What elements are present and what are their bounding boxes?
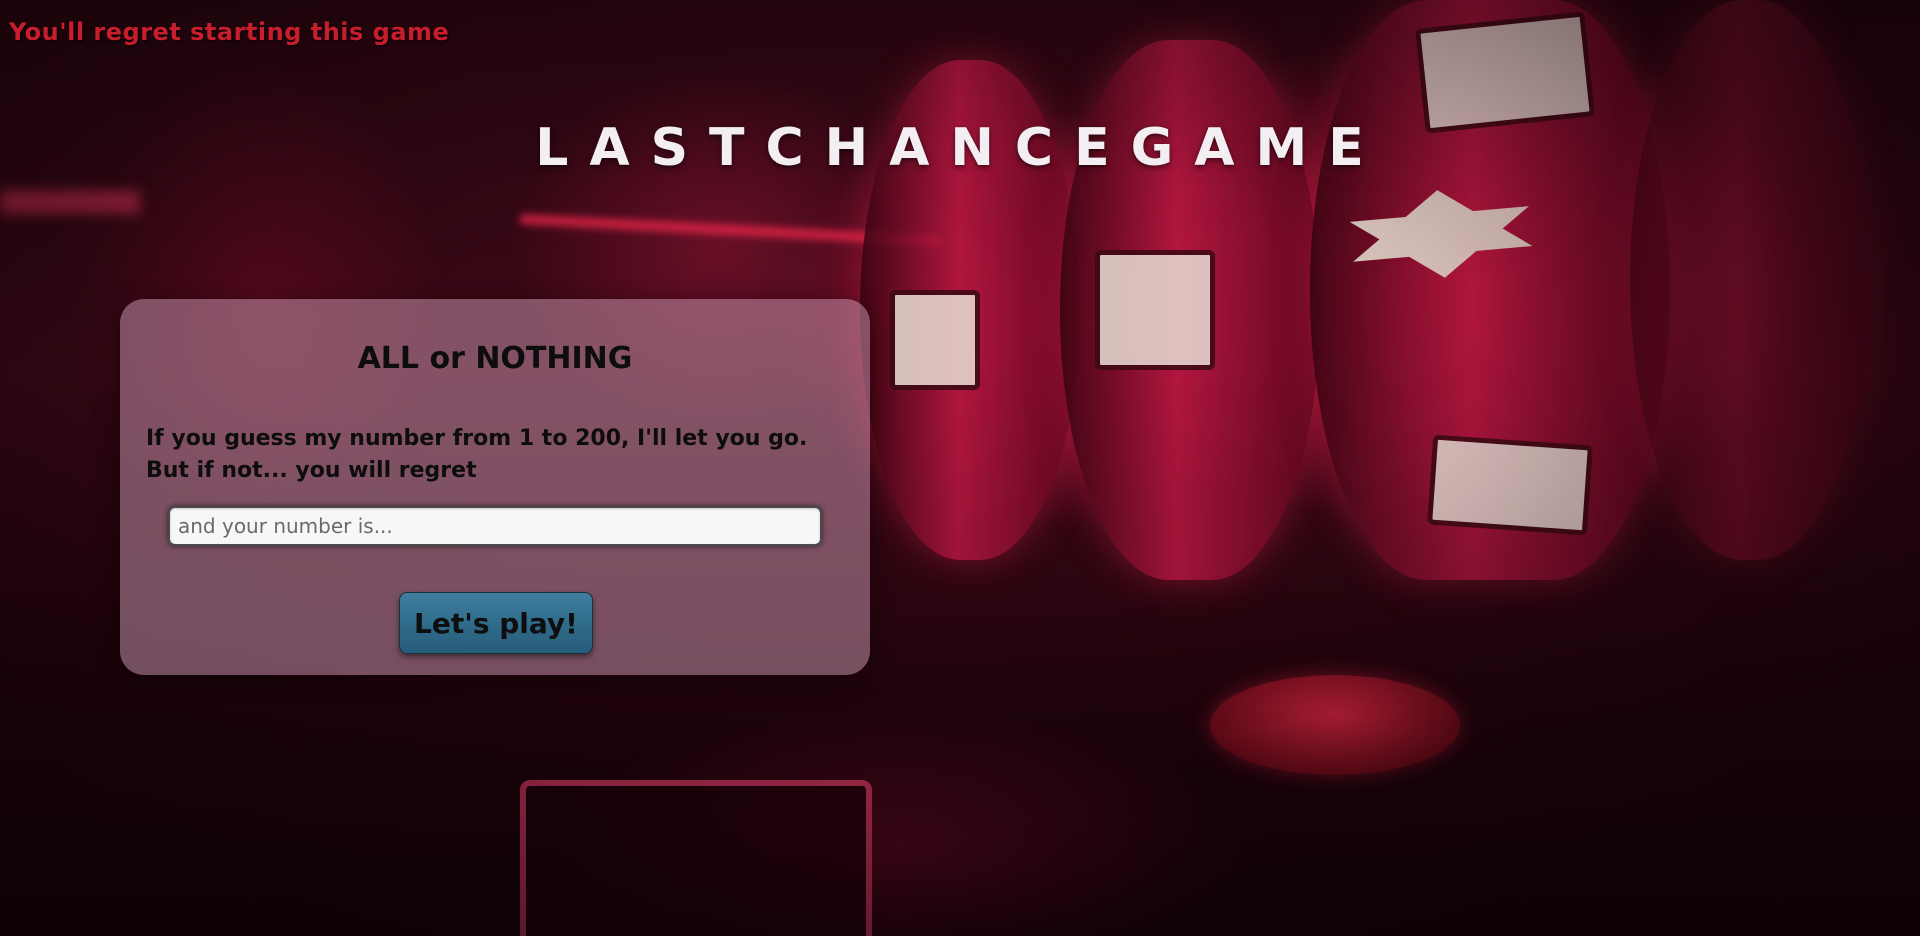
brand-title: LASTCHANCEGAME	[535, 118, 1385, 178]
taunt-text: You'll regret starting this game	[9, 18, 450, 46]
instructions-line-2: But if not... you will regret	[146, 458, 477, 483]
number-guess-input[interactable]	[168, 506, 822, 546]
card-title: ALL or NOTHING	[357, 341, 633, 376]
game-card: ALL or NOTHING If you guess my number fr…	[120, 299, 870, 675]
lets-play-button[interactable]: Let's play!	[399, 592, 593, 654]
instructions-line-1: If you guess my number from 1 to 200, I'…	[146, 426, 808, 451]
game-instructions: If you guess my number from 1 to 200, I'…	[146, 423, 856, 487]
